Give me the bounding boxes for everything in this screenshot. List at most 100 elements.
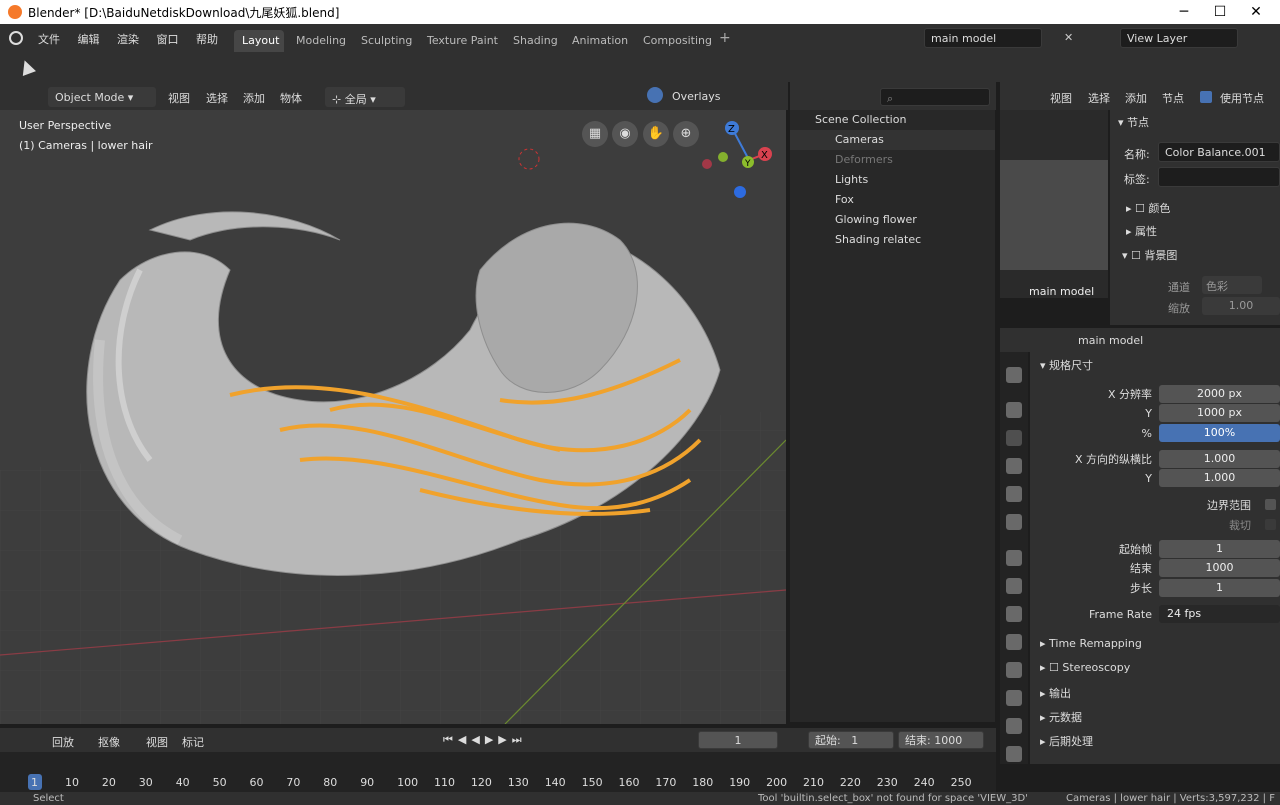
- node-menu-add[interactable]: 添加: [1125, 90, 1147, 106]
- overlays-icon[interactable]: [647, 87, 663, 103]
- crop-checkbox[interactable]: [1265, 519, 1276, 530]
- y-resolution-field[interactable]: 1000 px: [1159, 404, 1280, 422]
- timeline-menu-playback[interactable]: 回放: [52, 734, 74, 750]
- tab-shading[interactable]: Shading: [505, 30, 566, 52]
- camera-view-icon[interactable]: ◉: [612, 121, 638, 147]
- menu-file[interactable]: 文件: [38, 31, 60, 47]
- viewport-menu-add[interactable]: 添加: [243, 90, 265, 106]
- 3d-cursor[interactable]: [518, 148, 540, 170]
- close-icon[interactable]: ✕: [1238, 2, 1274, 22]
- node-preview-thumbnail: [1000, 160, 1108, 270]
- cursor-tool-icon[interactable]: [18, 58, 36, 76]
- node-menu-select[interactable]: 选择: [1088, 90, 1110, 106]
- node-attr-row[interactable]: ▸ 属性: [1126, 223, 1157, 239]
- node-canvas[interactable]: main model: [1000, 110, 1108, 298]
- modifier-tab-icon[interactable]: [1006, 578, 1022, 594]
- scene-collection-row[interactable]: Scene Collection: [790, 110, 995, 130]
- maximize-icon[interactable]: ☐: [1202, 2, 1238, 22]
- pan-hand-icon[interactable]: ✋: [643, 121, 669, 147]
- viewport-menu-view[interactable]: 视图: [168, 90, 190, 106]
- post-processing-section[interactable]: ▸ 后期处理: [1040, 733, 1093, 749]
- outliner-row-shading[interactable]: Shading relatec: [790, 230, 995, 250]
- tab-modeling[interactable]: Modeling: [288, 30, 354, 52]
- node-tag-field[interactable]: [1158, 167, 1280, 187]
- tab-animation[interactable]: Animation: [564, 30, 636, 52]
- outliner-search-input[interactable]: ⌕: [880, 88, 990, 106]
- menu-edit[interactable]: 编辑: [78, 31, 100, 47]
- material-tab-icon[interactable]: [1006, 690, 1022, 706]
- dimensions-section[interactable]: ▾ 规格尺寸: [1040, 357, 1093, 373]
- use-nodes-checkbox[interactable]: [1200, 91, 1212, 103]
- tab-sculpting[interactable]: Sculpting: [353, 30, 420, 52]
- node-panel-title[interactable]: ▾ 节点: [1118, 114, 1149, 130]
- frame-step-label: 步长: [1130, 582, 1152, 595]
- tab-layout[interactable]: Layout: [234, 30, 284, 52]
- overlays-button[interactable]: Overlays: [672, 90, 721, 103]
- object-tab-icon[interactable]: [1006, 550, 1022, 566]
- border-checkbox[interactable]: [1265, 499, 1276, 510]
- tab-texture-paint[interactable]: Texture Paint: [419, 30, 506, 52]
- frame-step-field[interactable]: 1: [1159, 579, 1280, 597]
- particles-tab-icon[interactable]: [1006, 746, 1022, 762]
- outliner-row-deformers[interactable]: Deformers: [790, 150, 995, 170]
- playback-controls[interactable]: ⏮◀◀▶▶⏭: [443, 733, 527, 747]
- navigation-gizmo[interactable]: Z X Y: [695, 115, 785, 205]
- scale-field[interactable]: 1.00: [1202, 297, 1280, 315]
- physics-tab-icon[interactable]: [1006, 606, 1022, 622]
- node-name-label: 名称:: [1124, 148, 1150, 161]
- timeline-tick: 230: [876, 776, 898, 789]
- node-color-row[interactable]: ▸ ☐ 颜色: [1126, 200, 1170, 216]
- minimize-icon[interactable]: ─: [1166, 2, 1202, 22]
- view-layer-field[interactable]: View Layer: [1120, 28, 1238, 48]
- frame-rate-select[interactable]: 24 fps: [1159, 605, 1280, 623]
- blender-menu-icon[interactable]: [9, 31, 23, 45]
- stereoscopy-section[interactable]: ▸ ☐ Stereoscopy: [1040, 661, 1130, 674]
- object-mode-select[interactable]: Object Mode ▾: [48, 87, 156, 107]
- scene-name-field[interactable]: main model: [924, 28, 1042, 48]
- viewport-menu-select[interactable]: 选择: [206, 90, 228, 106]
- frame-end-field[interactable]: 1000: [1159, 559, 1280, 577]
- node-menu-node[interactable]: 节点: [1162, 90, 1184, 106]
- node-name-field[interactable]: Color Balance.001: [1158, 142, 1280, 162]
- end-frame-field[interactable]: 结束: 1000: [898, 731, 984, 749]
- toggle-camera-grid-icon[interactable]: ▦: [582, 121, 608, 147]
- transform-orientation-select[interactable]: ⊹ 全局 ▾: [325, 87, 405, 107]
- render-tab-icon[interactable]: [1006, 402, 1022, 418]
- start-frame-field[interactable]: 起始: 1: [808, 731, 894, 749]
- time-remapping-section[interactable]: ▸ Time Remapping: [1040, 637, 1142, 650]
- timeline-menu-keying[interactable]: 抠像: [98, 734, 120, 750]
- x-resolution-field[interactable]: 2000 px: [1159, 385, 1280, 403]
- data-tab-icon[interactable]: [1006, 662, 1022, 678]
- menu-help[interactable]: 帮助: [196, 31, 218, 47]
- outliner-row-glowing-flower[interactable]: Glowing flower: [790, 210, 995, 230]
- aspect-x-field[interactable]: 1.000: [1159, 450, 1280, 468]
- current-frame-field[interactable]: 1: [698, 731, 778, 749]
- outliner-row-fox[interactable]: Fox: [790, 190, 995, 210]
- output-tab-icon[interactable]: [1006, 430, 1022, 446]
- channel-select[interactable]: 色彩: [1202, 276, 1262, 294]
- viewport-menu-object[interactable]: 物体: [280, 90, 302, 106]
- timeline-menu-view[interactable]: 视图: [146, 734, 168, 750]
- aspect-y-field[interactable]: 1.000: [1159, 469, 1280, 487]
- node-menu-view[interactable]: 视图: [1050, 90, 1072, 106]
- add-workspace-icon[interactable]: +: [719, 30, 731, 46]
- outliner-row-lights[interactable]: Lights: [790, 170, 995, 190]
- menu-render[interactable]: 渲染: [117, 31, 139, 47]
- output-section[interactable]: ▸ 输出: [1040, 685, 1071, 701]
- menu-window[interactable]: 窗口: [157, 31, 179, 47]
- resolution-percent-field[interactable]: 100%: [1159, 424, 1280, 442]
- node-bg-row[interactable]: ▾ ☐ 背景图: [1122, 247, 1177, 263]
- constraint-tab-icon[interactable]: [1006, 634, 1022, 650]
- timeline-menu-marker[interactable]: 标记: [182, 734, 204, 750]
- tab-compositing[interactable]: Compositing: [635, 30, 720, 52]
- frame-start-field[interactable]: 1: [1159, 540, 1280, 558]
- tool-tab-icon[interactable]: [1006, 367, 1022, 383]
- world-tab-icon[interactable]: [1006, 514, 1022, 530]
- outliner-row-cameras[interactable]: Cameras: [790, 130, 995, 150]
- texture-tab-icon[interactable]: [1006, 718, 1022, 734]
- metadata-section[interactable]: ▸ 元数据: [1040, 709, 1082, 725]
- close-icon[interactable]: ✕: [1064, 31, 1073, 44]
- 3d-viewport[interactable]: User Perspective (1) Cameras | lower hai…: [0, 110, 786, 724]
- view-layer-tab-icon[interactable]: [1006, 458, 1022, 474]
- scene-tab-icon[interactable]: [1006, 486, 1022, 502]
